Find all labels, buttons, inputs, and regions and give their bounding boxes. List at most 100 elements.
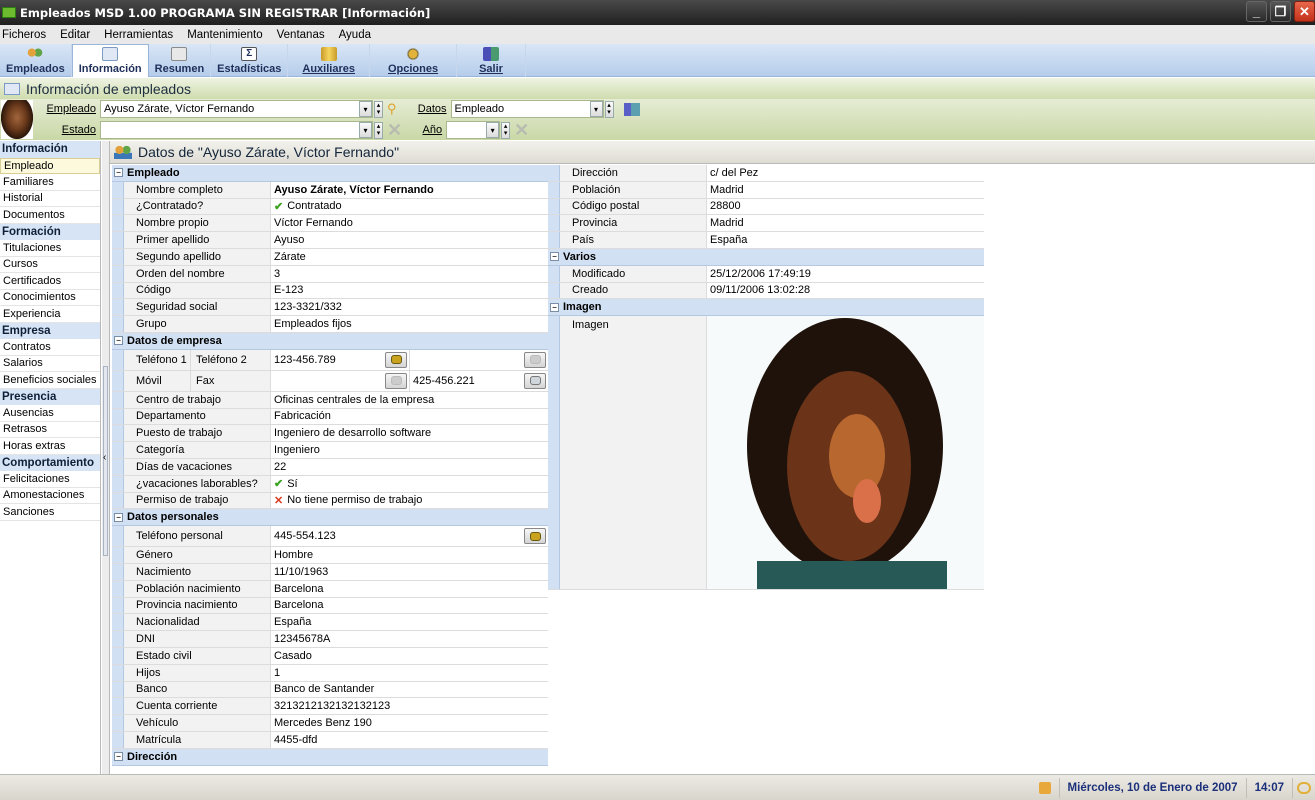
nav-item[interactable]: Salarios xyxy=(0,356,100,372)
minimize-button[interactable]: _ xyxy=(1246,1,1267,22)
empleado-select[interactable]: Ayuso Zárate, Víctor Fernando xyxy=(100,100,373,118)
nav-item[interactable]: Familiares xyxy=(0,174,100,191)
dial-personal-phone-button[interactable] xyxy=(524,528,546,545)
toolbar-auxiliares-button[interactable]: Auxiliares xyxy=(288,44,370,77)
menu-ventanas[interactable]: Ventanas xyxy=(275,29,331,41)
section-direccion[interactable]: − Dirección xyxy=(112,748,548,766)
nav-item[interactable]: Historial xyxy=(0,191,100,207)
section-datos-personales[interactable]: − Datos personales xyxy=(112,509,548,527)
nav-item[interactable]: Conocimientos xyxy=(0,290,100,306)
collapse-icon[interactable]: − xyxy=(114,752,123,762)
nav-section[interactable]: Información xyxy=(0,141,100,158)
empleado-dropdown-button[interactable]: ▾ xyxy=(359,101,372,117)
nav-section[interactable]: Presencia xyxy=(0,388,100,405)
menu-ficheros[interactable]: Ficheros xyxy=(0,29,52,41)
property-value[interactable]: ✔ Contratado xyxy=(271,199,548,215)
property-value[interactable]: 3213212132132132123 xyxy=(271,698,548,714)
nav-item[interactable]: Horas extras xyxy=(0,438,100,455)
movil-value[interactable] xyxy=(271,370,410,391)
property-value[interactable]: Barcelona xyxy=(271,598,548,614)
dial-phone-button[interactable] xyxy=(385,351,407,368)
property-value[interactable]: Casado xyxy=(271,648,548,664)
toolbar-resumen-button[interactable]: Resumen xyxy=(149,44,212,77)
property-value[interactable]: Empleados fijos xyxy=(271,316,548,332)
property-value[interactable]: Ayuso xyxy=(271,232,548,248)
clear-anio-icon[interactable]: ✕ xyxy=(514,120,529,141)
collapse-icon[interactable]: − xyxy=(114,168,123,178)
property-value[interactable]: España xyxy=(707,232,984,248)
close-button[interactable]: ✕ xyxy=(1294,1,1315,22)
property-value[interactable]: Oficinas centrales de la empresa xyxy=(271,392,548,408)
estado-select[interactable] xyxy=(100,121,373,139)
collapse-icon[interactable]: − xyxy=(114,336,123,346)
datos-dropdown-button[interactable]: ▾ xyxy=(589,101,603,117)
telefono2-value[interactable] xyxy=(410,350,548,370)
property-value[interactable]: Madrid xyxy=(707,182,984,198)
nav-item[interactable]: Amonestaciones xyxy=(0,488,100,504)
section-empleado[interactable]: − Empleado xyxy=(112,165,548,182)
employee-photo[interactable] xyxy=(707,316,984,590)
search-icon[interactable]: ⚲ xyxy=(387,101,397,117)
toolbar-empleados-button[interactable]: Empleados xyxy=(0,44,72,77)
nav-item[interactable]: Empleado xyxy=(0,157,100,174)
property-value[interactable]: c/ del Pez xyxy=(707,165,984,181)
property-value[interactable]: Ingeniero xyxy=(271,442,548,458)
collapse-icon[interactable]: − xyxy=(114,512,123,522)
anio-dropdown-button[interactable]: ▾ xyxy=(486,122,500,138)
nav-section[interactable]: Formación xyxy=(0,223,100,240)
property-value[interactable]: 3 xyxy=(271,266,548,282)
open-record-icon[interactable] xyxy=(623,102,640,116)
sync-icon[interactable] xyxy=(1297,781,1311,794)
nav-item[interactable]: Certificados xyxy=(0,273,100,290)
property-value[interactable]: 11/10/1963 xyxy=(271,564,548,580)
datos-select[interactable]: Empleado xyxy=(450,100,604,118)
property-value[interactable]: E-123 xyxy=(271,283,548,299)
estado-spinner[interactable]: ▴ ▾ xyxy=(374,121,383,139)
nav-item[interactable]: Contratos xyxy=(0,339,100,356)
property-value[interactable]: 09/11/2006 13:02:28 xyxy=(707,283,984,299)
nav-item[interactable]: Ausencias xyxy=(0,405,100,422)
property-value[interactable]: 1 xyxy=(271,665,548,681)
property-value[interactable]: ✔ Sí xyxy=(271,476,548,492)
menu-editar[interactable]: Editar xyxy=(58,29,96,41)
nav-section[interactable]: Empresa xyxy=(0,322,100,339)
property-value[interactable]: Fabricación xyxy=(271,409,548,425)
property-value[interactable]: Madrid xyxy=(707,215,984,231)
property-value[interactable]: 28800 xyxy=(707,199,984,215)
send-fax-button[interactable] xyxy=(524,372,546,389)
toolbar-informacion-button[interactable]: Información xyxy=(71,44,149,77)
maximize-button[interactable]: ❐ xyxy=(1270,1,1291,22)
property-value[interactable]: Ayuso Zárate, Víctor Fernando xyxy=(271,182,548,198)
property-value[interactable]: ✕ No tiene permiso de trabajo xyxy=(271,493,548,509)
property-value[interactable]: 4455-dfd xyxy=(271,732,548,748)
menu-herramientas[interactable]: Herramientas xyxy=(102,29,179,41)
property-value[interactable]: Mercedes Benz 190 xyxy=(271,715,548,731)
toolbar-estadisticas-button[interactable]: Σ Estadísticas xyxy=(211,44,289,77)
property-value[interactable]: Banco de Santander xyxy=(271,682,548,698)
property-value[interactable]: 123-3321/332 xyxy=(271,299,548,315)
menu-mantenimiento[interactable]: Mantenimiento xyxy=(185,29,268,41)
nav-item[interactable]: Titulaciones xyxy=(0,240,100,257)
nav-item[interactable]: Experiencia xyxy=(0,306,100,323)
nav-item[interactable]: Beneficios sociales xyxy=(0,372,100,389)
property-value[interactable]: Ingeniero de desarrollo software xyxy=(271,425,548,441)
telefono1-value[interactable]: 123-456.789 xyxy=(271,349,410,370)
nav-item[interactable]: Cursos xyxy=(0,257,100,273)
property-value[interactable]: 22 xyxy=(271,459,548,475)
section-imagen[interactable]: − Imagen xyxy=(548,299,984,317)
section-varios[interactable]: − Varios xyxy=(548,248,984,266)
nav-item[interactable]: Retrasos xyxy=(0,422,100,438)
anio-spinner[interactable]: ▴ ▾ xyxy=(501,121,511,139)
toolbar-opciones-button[interactable]: Opciones xyxy=(370,44,458,77)
property-value[interactable]: Barcelona xyxy=(271,581,548,597)
toolbar-salir-button[interactable]: Salir xyxy=(457,44,526,77)
dial-phone2-button[interactable] xyxy=(524,351,546,368)
datos-spinner[interactable]: ▴ ▾ xyxy=(604,100,614,118)
empleado-spinner[interactable]: ▴ ▾ xyxy=(374,100,383,118)
fax-value[interactable]: 425-456.221 xyxy=(410,371,548,391)
property-value[interactable]: 25/12/2006 17:49:19 xyxy=(707,266,984,282)
nav-item[interactable]: Felicitaciones xyxy=(0,471,100,488)
property-value[interactable]: Zárate xyxy=(271,249,548,265)
collapse-icon[interactable]: − xyxy=(550,252,559,262)
property-value[interactable]: 12345678A xyxy=(271,631,548,647)
